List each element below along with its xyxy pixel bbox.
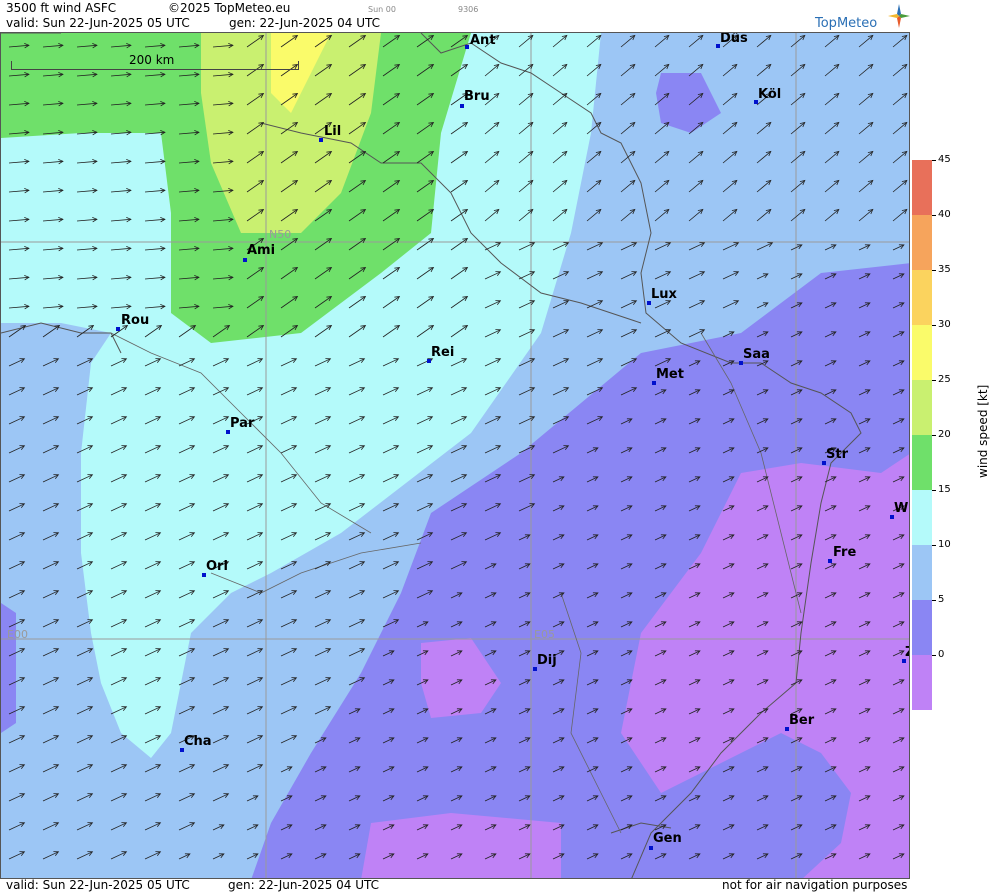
legend-tick-label: 5: [938, 594, 945, 605]
legend-color-segment: [912, 160, 932, 215]
legend-tick-label: 20: [938, 429, 951, 440]
valid-time: valid: Sun 22-Jun-2025 05 UTC: [6, 16, 190, 30]
legend-title: wind speed [kt]: [976, 384, 990, 478]
product-title: 3500 ft wind ASFC: [6, 1, 117, 15]
wind-field-svg: [1, 33, 909, 878]
legend-tick-label: 35: [938, 264, 951, 275]
code-faint: 9306: [458, 5, 479, 14]
city-label-ami: Ami: [247, 243, 276, 258]
compass-star-icon: [888, 4, 910, 28]
topmeteo-logo: TopMeteo: [815, 4, 910, 31]
city-label-orl: Orl: [206, 559, 228, 574]
legend-color-segment: [912, 325, 932, 380]
copyright: ©2025 TopMeteo.eu: [168, 1, 291, 15]
city-label-rei: Rei: [431, 345, 455, 360]
city-label-ant: Ant: [470, 33, 496, 48]
city-label-rou: Rou: [121, 313, 150, 328]
city-label-met: Met: [656, 367, 684, 382]
legend-tick-label: 40: [938, 209, 951, 220]
city-label-lil: Lil: [324, 124, 342, 139]
lon-label-e05: E05: [534, 628, 555, 641]
footer-valid: valid: Sun 22-Jun-2025 05 UTC: [6, 878, 190, 892]
legend-tick-label: 15: [938, 484, 951, 495]
disclaimer: not for air navigation purposes: [722, 878, 908, 892]
city-label-dus: Düs: [720, 32, 748, 46]
legend-color-segment: [912, 655, 932, 710]
legend-tick-label: 25: [938, 374, 951, 385]
scale-label: 200 km: [129, 53, 175, 67]
legend-color-segment: [912, 600, 932, 655]
lon-label-e00: E00: [7, 628, 28, 641]
lat-label-n50: N50: [269, 228, 292, 241]
legend-color-segment: [912, 215, 932, 270]
city-label-cha: Cha: [184, 734, 212, 749]
legend-color-segment: [912, 490, 932, 545]
legend-color-segment: [912, 380, 932, 435]
city-label-ber: Ber: [789, 713, 815, 728]
generated-time: gen: 22-Jun-2025 04 UTC: [229, 16, 381, 30]
legend-tick-label: 30: [938, 319, 951, 330]
city-label-lux: Lux: [651, 287, 677, 302]
city-label-dij: Dij: [537, 653, 557, 668]
scale-bar: 200 km: [11, 53, 299, 71]
city-label-saa: Saa: [743, 347, 770, 362]
legend-tick-label: 0: [938, 649, 945, 660]
legend-tick-label: 10: [938, 539, 951, 550]
city-label-kol: Köl: [758, 87, 782, 102]
city-label-fre: Fre: [833, 545, 857, 560]
wind-speed-legend: 45 40 35 30 25 20 15 10 5 0: [912, 155, 951, 710]
legend-tick-label: 45: [938, 154, 951, 165]
logo-text: TopMeteo: [815, 16, 878, 31]
city-label-bru: Bru: [464, 89, 490, 104]
city-label-gen: Gen: [653, 831, 682, 846]
legend-color-segment: [912, 270, 932, 325]
city-label-z: Z: [905, 645, 909, 660]
legend-color-segment: [912, 545, 932, 600]
footer-generated: gen: 22-Jun-2025 04 UTC: [228, 878, 380, 892]
city-label-par: Par: [230, 416, 255, 431]
model-run-faint: Sun 00: [368, 5, 396, 14]
city-label-w: W: [894, 501, 909, 516]
legend-color-segment: [912, 435, 932, 490]
city-label-str: Str: [826, 447, 848, 462]
wind-map[interactable]: N50 E00 E05 200 km Ant Düs Köl Bru Lil A…: [0, 32, 910, 879]
